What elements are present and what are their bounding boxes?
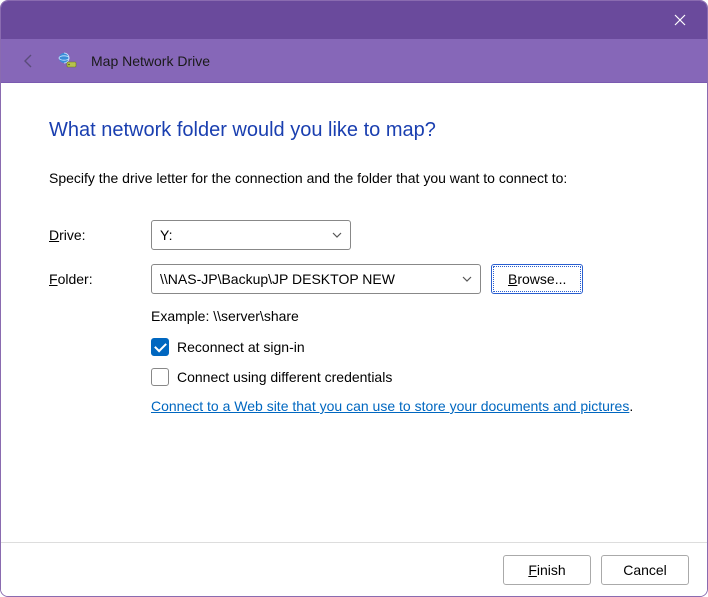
page-heading: What network folder would you like to ma… (49, 119, 659, 142)
page-subtext: Specify the drive letter for the connect… (49, 170, 659, 186)
cancel-button[interactable]: Cancel (601, 555, 689, 585)
folder-row: Folder: \\NAS-JP\Backup\JP DESKTOP NEW B… (49, 264, 659, 294)
map-network-drive-dialog: Map Network Drive What network folder wo… (0, 0, 708, 597)
example-text: Example: \\server\share (151, 308, 659, 324)
header-bar: Map Network Drive (1, 39, 707, 83)
close-button[interactable] (657, 5, 703, 35)
chevron-down-icon (462, 274, 472, 284)
different-credentials-label: Connect using different credentials (177, 369, 392, 385)
browse-button[interactable]: Browse... (491, 264, 583, 294)
network-drive-icon (57, 51, 77, 71)
drive-select[interactable]: Y: (151, 220, 351, 250)
dialog-title: Map Network Drive (91, 53, 210, 69)
different-credentials-row: Connect using different credentials (151, 368, 659, 386)
finish-button[interactable]: Finish (503, 555, 591, 585)
back-arrow-icon (21, 53, 37, 69)
chevron-down-icon (332, 230, 342, 240)
connect-website-line: Connect to a Web site that you can use t… (151, 398, 659, 414)
dialog-footer: Finish Cancel (1, 542, 707, 596)
folder-combobox[interactable]: \\NAS-JP\Backup\JP DESKTOP NEW (151, 264, 481, 294)
connect-website-link[interactable]: Connect to a Web site that you can use t… (151, 398, 629, 414)
different-credentials-checkbox[interactable] (151, 368, 169, 386)
back-button[interactable] (15, 47, 43, 75)
reconnect-row: Reconnect at sign-in (151, 338, 659, 356)
reconnect-label: Reconnect at sign-in (177, 339, 305, 355)
titlebar (1, 1, 707, 39)
folder-label: Folder: (49, 271, 141, 287)
folder-input-value: \\NAS-JP\Backup\JP DESKTOP NEW (160, 271, 395, 287)
reconnect-checkbox[interactable] (151, 338, 169, 356)
close-icon (674, 14, 686, 26)
dialog-content: What network folder would you like to ma… (1, 83, 707, 542)
drive-select-value: Y: (160, 227, 172, 243)
drive-row: Drive: Y: (49, 220, 659, 250)
drive-label: Drive: (49, 227, 141, 243)
